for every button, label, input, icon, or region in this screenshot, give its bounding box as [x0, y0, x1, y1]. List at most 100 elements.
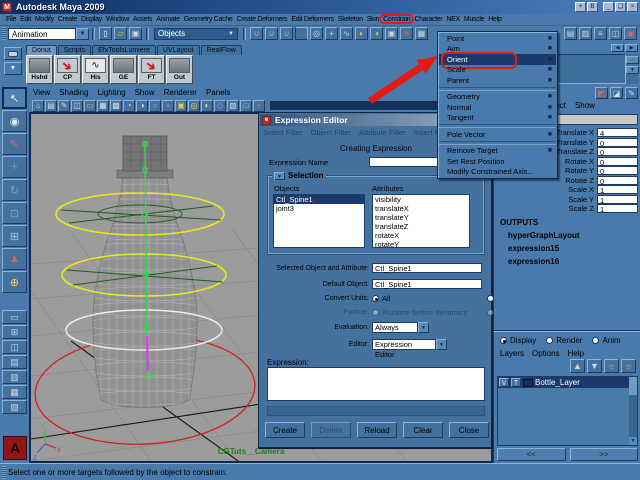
menu-item[interactable]: Skeleton — [336, 16, 365, 23]
channel-value-field[interactable]: 1 — [597, 195, 638, 204]
help-line-grip[interactable] — [1, 466, 6, 479]
chevron-down-icon[interactable]: ▼ — [418, 322, 429, 333]
scale-tool-icon[interactable]: ⊡ — [2, 202, 27, 224]
layer-list-scrollbar[interactable]: ▼ — [629, 377, 637, 445]
close-button[interactable]: Close — [449, 422, 489, 438]
app-extra-button-2[interactable]: B — [587, 2, 598, 12]
move-layer-up-icon[interactable]: ▲ — [570, 359, 585, 373]
collapse-triangle-icon[interactable]: ▼ — [274, 172, 285, 180]
chevron-down-icon[interactable]: ▼ — [76, 28, 89, 40]
step-forward-button[interactable]: >> — [570, 448, 639, 461]
menu-item[interactable]: Create — [56, 16, 79, 23]
shelf-tab[interactable]: Donut — [26, 45, 57, 55]
layer-visibility-toggle[interactable]: V — [499, 378, 509, 387]
option-box-icon[interactable]: ■ — [548, 114, 552, 121]
channel-layer-toggle-icon[interactable]: ✎ — [625, 87, 638, 99]
collapse-icon[interactable]: − — [626, 56, 639, 64]
channel-label[interactable]: Scale X — [497, 185, 597, 194]
panel-menu-item[interactable]: Renderer — [164, 88, 197, 97]
menu-item[interactable]: Constrain — [381, 16, 412, 23]
menu-item[interactable]: Geometry Cache — [182, 16, 235, 23]
constrain-menu-item[interactable]: Normal ■ — [439, 102, 556, 113]
four-pane-layout-icon[interactable]: ⊞ — [2, 325, 27, 339]
layer-editor-menu-item[interactable]: Layers — [500, 349, 524, 358]
layer-mode-radio[interactable]: Anim — [592, 336, 620, 345]
lasso-tool-icon[interactable]: ◉ — [2, 110, 27, 132]
attributes-list-item[interactable]: rotateY — [373, 240, 469, 248]
universal-manipulator-icon[interactable]: ⊞ — [2, 225, 27, 247]
layer-mode-radio[interactable]: Display — [500, 336, 536, 345]
scrollbar-thumb[interactable] — [469, 203, 470, 225]
persp-graph-layout-icon[interactable]: ▤ — [2, 355, 27, 369]
objects-list-item[interactable]: joint3 — [274, 204, 364, 213]
ipr-render-icon[interactable]: ◑ — [370, 27, 383, 40]
expression-editor-menu-item[interactable]: Object Filter — [311, 128, 351, 137]
channel-value-field[interactable]: 0 — [597, 176, 638, 185]
channel-box-toggle-icon[interactable]: ◩ — [595, 87, 608, 99]
selected-object-attribute-field[interactable]: Ctl_Spine1 — [372, 263, 482, 273]
option-box-icon[interactable]: ■ — [548, 93, 552, 100]
restore-button[interactable]: ❑ — [615, 2, 626, 12]
resolution-gate-icon[interactable]: ▭ — [84, 100, 96, 112]
layer-editor-toggle-icon[interactable]: ◪ — [610, 87, 623, 99]
input-connections-icon[interactable]: + — [325, 27, 338, 40]
attributes-list-item[interactable]: translateZ — [373, 222, 469, 231]
layer-editor-menu-item[interactable]: Options — [532, 349, 560, 358]
gate-mask-icon[interactable]: ▦ — [97, 100, 109, 112]
menu-item[interactable]: Window — [104, 16, 131, 23]
shelf-menu-arrow-icon[interactable]: ▼ — [4, 62, 22, 75]
option-box-icon[interactable]: ■ — [548, 131, 552, 138]
channel-value-field[interactable]: 4 — [597, 128, 638, 137]
constrain-menu-item[interactable]: Parent ■ — [439, 75, 556, 86]
constrain-menu-item[interactable]: Set Rest Position — [439, 156, 556, 167]
toolbox-mode-icon[interactable]: ▦ — [415, 27, 428, 40]
menu-item[interactable]: Edit — [18, 16, 33, 23]
shelf-tab[interactable]: UVLayout — [157, 45, 200, 55]
output-node[interactable]: expression16 — [508, 257, 580, 266]
channel-value-field[interactable]: 1 — [597, 185, 638, 194]
open-scene-icon[interactable]: ▱ — [114, 27, 127, 40]
xray-icon[interactable]: ▨ — [227, 100, 239, 112]
custom-layout-icon[interactable]: ▧ — [2, 400, 27, 414]
shelf-button-hshd[interactable]: Hshd — [26, 55, 53, 84]
channel-label[interactable]: Scale Z — [497, 204, 597, 213]
channel-value-field[interactable]: 0 — [597, 166, 638, 175]
option-box-icon[interactable]: ■ — [548, 45, 552, 52]
menu-item[interactable]: Edit Deformers — [289, 16, 335, 23]
field-chart-icon[interactable]: ▩ — [110, 100, 122, 112]
panel-menu-item[interactable]: Show — [135, 88, 155, 97]
rotate-tool-icon[interactable]: ↻ — [2, 179, 27, 201]
attributes-scrollbar[interactable]: ▲ ▼ — [469, 195, 470, 247]
channel-value-field[interactable]: 0 — [597, 147, 638, 156]
menu-item[interactable]: Help — [486, 16, 503, 23]
output-node[interactable]: hyperGraphLayout — [508, 231, 580, 240]
shelf-button-cp[interactable]: CP — [54, 55, 81, 84]
new-scene-icon[interactable]: ▯ — [99, 27, 112, 40]
snap-grid-icon[interactable]: ∪ — [250, 27, 263, 40]
shelf-button-ft[interactable]: FT — [138, 55, 165, 84]
select-tool-icon[interactable]: ↖ — [2, 87, 27, 109]
wireframe-icon[interactable]: ○ — [149, 100, 161, 112]
expression-editor-menu-item[interactable]: Select Filter — [263, 128, 303, 137]
snap-curve-icon[interactable]: ∪ — [265, 27, 278, 40]
constrain-menu-item[interactable]: Pole Vector ■ — [439, 129, 556, 140]
step-back-button[interactable]: << — [497, 448, 566, 461]
channel-value-field[interactable]: 0 — [597, 138, 638, 147]
status-line-grip[interactable] — [1, 27, 6, 40]
paint-effects-icon[interactable]: ✎ — [400, 27, 413, 40]
objects-list[interactable]: Ctl_Spine1 joint3 — [273, 194, 365, 248]
attributes-list-item[interactable]: visibility — [373, 195, 469, 204]
ui-toggle-icon-3[interactable]: ≡ — [594, 27, 607, 40]
menu-item[interactable]: Modify — [33, 16, 56, 23]
constrain-menu-item[interactable]: Geometry ■ — [439, 92, 556, 103]
isolate-select-icon[interactable]: ◇ — [214, 100, 226, 112]
persp-outliner-layout-icon[interactable]: ◫ — [2, 340, 27, 354]
constrain-menu-item[interactable]: Tangent ■ — [439, 113, 556, 124]
ui-toggle-icon-5[interactable]: ▣ — [624, 27, 637, 40]
shelf-scroll-left-icon[interactable]: ◀ — [611, 44, 624, 52]
ui-toggle-icon-2[interactable]: ▥ — [579, 27, 592, 40]
persp-relationship-layout-icon[interactable]: ▦ — [2, 385, 27, 399]
plane-icon[interactable]: □ — [240, 100, 252, 112]
menu-item[interactable]: File — [4, 16, 18, 23]
delete-button[interactable]: Delete — [311, 422, 351, 438]
